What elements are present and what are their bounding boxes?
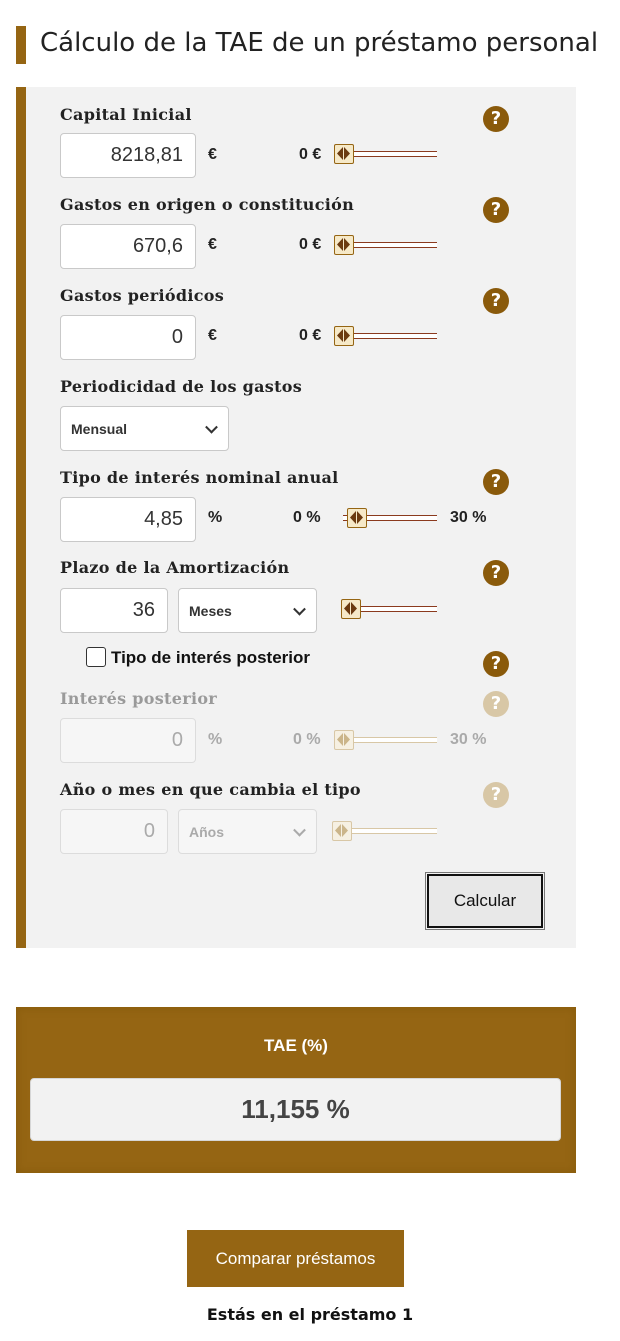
cambio-tipo-unit-selected: Años [189,823,224,840]
chevron-down-icon [293,602,306,616]
cambio-tipo-unit-select[interactable]: Años [178,809,317,854]
capital-help-icon[interactable]: ? [483,106,509,132]
gastos-origen-slider-min: 0 € [299,236,322,253]
gastos-origen-unit: € [208,236,217,253]
gastos-periodicos-help-icon[interactable]: ? [483,288,509,314]
interes-posterior-slider-max: 30 % [450,731,487,748]
gastos-origen-help-icon[interactable]: ? [483,197,509,223]
interes-posterior-input[interactable]: 0 [60,718,196,763]
plazo-input[interactable]: 36 [60,588,168,633]
gastos-periodicos-label: Gastos periódicos [60,286,225,305]
tipo-nominal-unit: % [208,509,223,526]
capital-unit: € [208,146,217,163]
tipo-nominal-slider-max: 30 % [450,509,487,526]
result-value: 11,155 % [30,1078,561,1141]
chevron-down-icon [205,420,218,434]
cambio-tipo-label: Año o mes en que cambia el tipo [60,780,361,799]
posterior-checkbox-label[interactable]: Tipo de interés posterior [111,648,310,668]
title-accent-bar [16,26,26,64]
cambio-tipo-help-icon[interactable]: ? [483,782,509,808]
gastos-origen-label: Gastos en origen o constitución [60,195,355,214]
page-title: Cálculo de la TAE de un préstamo persona… [40,28,599,58]
periodicidad-selected: Mensual [71,420,128,437]
plazo-unit-selected: Meses [189,602,232,619]
interes-posterior-slider-thumb-icon[interactable] [334,730,354,750]
interes-posterior-slider-min: 0 % [293,731,321,748]
posterior-checkbox-icon[interactable] [86,647,106,667]
current-loan-text: Estás en el préstamo 1 [206,1305,414,1324]
compare-button[interactable]: Comparar préstamos [187,1230,404,1287]
periodicidad-select[interactable]: Mensual [60,406,229,451]
capital-input[interactable]: 8218,81 [60,133,196,178]
tipo-nominal-help-icon[interactable]: ? [483,469,509,495]
periodicidad-label: Periodicidad de los gastos [60,377,303,396]
plazo-label: Plazo de la Amortización [60,558,290,577]
plazo-slider-thumb-icon[interactable] [341,599,361,619]
tipo-nominal-label: Tipo de interés nominal anual [60,468,339,487]
interes-posterior-help-icon[interactable]: ? [483,691,509,717]
tipo-nominal-input[interactable]: 4,85 [60,497,196,542]
gastos-periodicos-slider-thumb-icon[interactable] [334,326,354,346]
tipo-nominal-slider-min: 0 % [293,509,321,526]
chevron-down-icon [293,823,306,837]
gastos-origen-slider-thumb-icon[interactable] [334,235,354,255]
capital-label: Capital Inicial [60,105,192,124]
calcular-button[interactable]: Calcular [425,872,545,930]
gastos-periodicos-slider-min: 0 € [299,327,322,344]
cambio-tipo-slider-thumb-icon[interactable] [332,821,352,841]
result-label: TAE (%) [264,1036,328,1055]
gastos-periodicos-input[interactable]: 0 [60,315,196,360]
capital-slider-thumb-icon[interactable] [334,144,354,164]
cambio-tipo-input[interactable]: 0 [60,809,168,854]
plazo-help-icon[interactable]: ? [483,560,509,586]
gastos-origen-input[interactable]: 670,6 [60,224,196,269]
interes-posterior-label: Interés posterior [60,689,218,708]
interes-posterior-unit: % [208,731,223,748]
posterior-checkbox-help-icon[interactable]: ? [483,651,509,677]
plazo-unit-select[interactable]: Meses [178,588,317,633]
panel-accent-border [16,87,26,948]
gastos-periodicos-unit: € [208,327,217,344]
capital-slider-min: 0 € [299,146,322,163]
tipo-nominal-slider-thumb-icon[interactable] [347,508,367,528]
